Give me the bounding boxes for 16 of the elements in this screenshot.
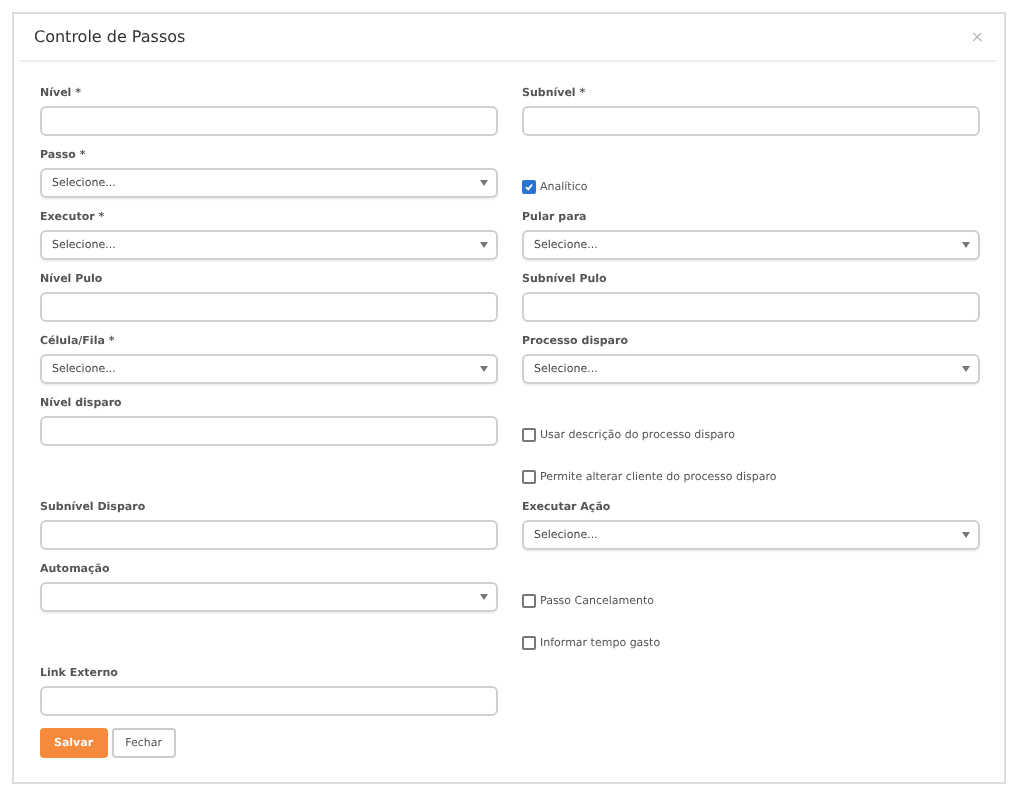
caret-icon — [962, 242, 970, 248]
caret-icon — [480, 594, 488, 600]
input-field[interactable] — [40, 106, 498, 136]
input-field[interactable] — [40, 686, 498, 716]
input-field[interactable] — [40, 292, 498, 322]
caret-icon — [962, 366, 970, 372]
select-field[interactable] — [40, 582, 498, 612]
caret-icon — [962, 532, 970, 538]
input-field[interactable] — [522, 292, 980, 322]
caret-icon — [480, 242, 488, 248]
dialog-title: Controle de Passos — [34, 28, 186, 46]
input-field[interactable] — [40, 520, 498, 550]
input-field[interactable] — [522, 106, 980, 136]
input-field[interactable] — [40, 416, 498, 446]
caret-icon — [480, 180, 488, 186]
caret-icon — [480, 366, 488, 372]
